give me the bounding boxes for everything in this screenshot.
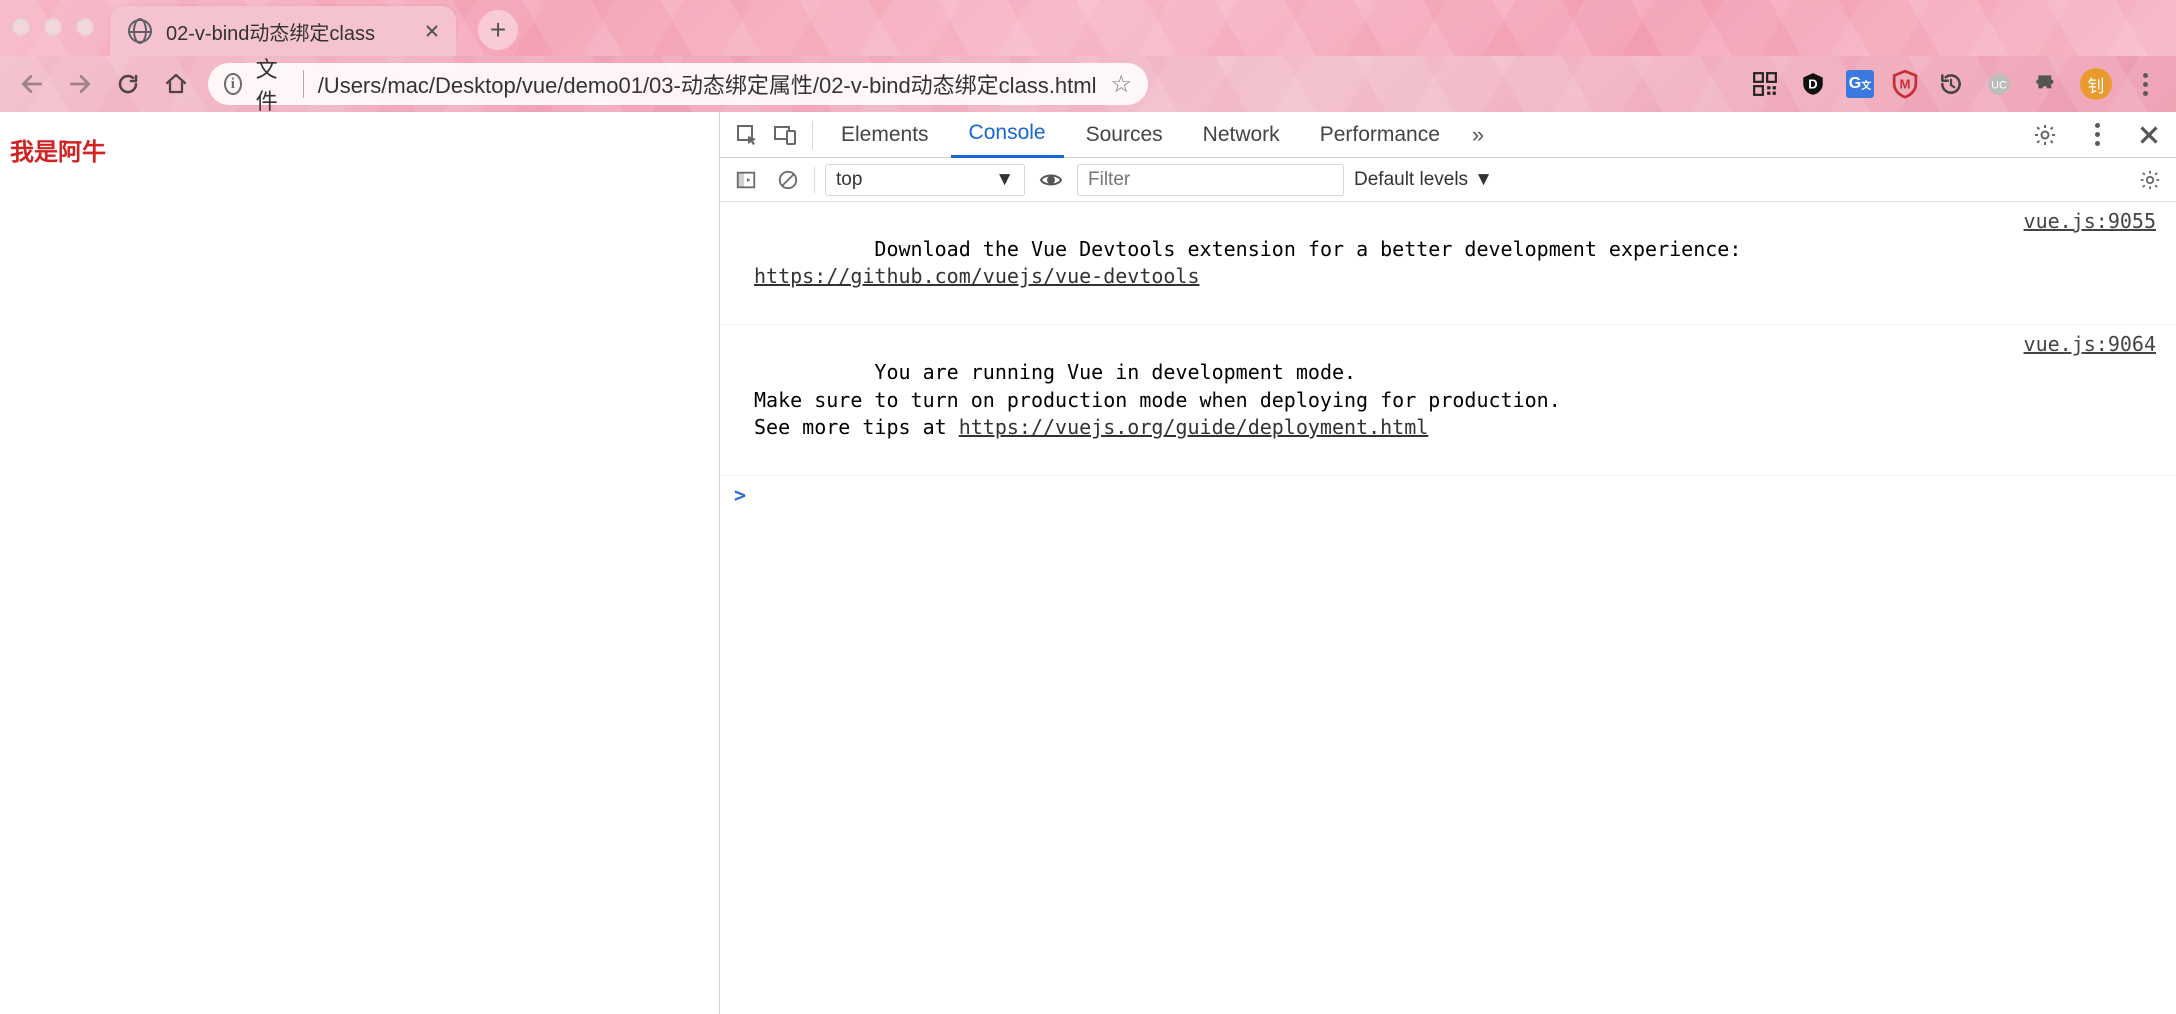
devtools-settings-icon[interactable] [2028, 118, 2062, 152]
chrome-menu-button[interactable] [2130, 69, 2160, 99]
window-minimize-button[interactable] [44, 18, 62, 36]
devtools-menu-icon[interactable] [2080, 118, 2114, 152]
new-tab-button[interactable]: + [478, 10, 518, 50]
back-button[interactable] [12, 64, 52, 104]
tab-title: 02-v-bind动态绑定class [166, 17, 406, 46]
console-log-entry: You are running Vue in development mode.… [720, 325, 2176, 476]
log-link[interactable]: https://vuejs.org/guide/deployment.html [959, 415, 1429, 439]
inspect-element-icon[interactable] [730, 118, 764, 152]
console-filter-input[interactable] [1077, 164, 1344, 196]
tab-network[interactable]: Network [1185, 112, 1298, 158]
rendered-page: 我是阿牛 [0, 112, 720, 1014]
extensions-puzzle-icon[interactable] [2032, 69, 2062, 99]
bookmark-star-icon[interactable]: ☆ [1110, 70, 1132, 99]
extensions-area: D G文 M UC 钊 [1750, 68, 2164, 100]
console-toolbar: top ▼ Default levels ▼ [720, 158, 2176, 202]
tab-elements[interactable]: Elements [823, 112, 947, 158]
browser-tab[interactable]: 02-v-bind动态绑定class [110, 6, 456, 56]
log-levels-select[interactable]: Default levels ▼ [1354, 169, 1493, 191]
reload-button[interactable] [108, 64, 148, 104]
console-prompt[interactable]: > [720, 476, 2176, 516]
window-controls [12, 18, 94, 36]
clear-console-icon[interactable] [772, 164, 804, 196]
context-label: top [836, 169, 862, 191]
levels-label: Default levels [1354, 169, 1468, 191]
window-titlebar: 02-v-bind动态绑定class + [0, 0, 2176, 56]
tab-console[interactable]: Console [951, 112, 1064, 158]
tab-performance[interactable]: Performance [1302, 112, 1458, 158]
device-toolbar-icon[interactable] [768, 118, 802, 152]
site-info-icon[interactable]: i [224, 73, 242, 95]
console-settings-icon[interactable] [2134, 164, 2166, 196]
window-maximize-button[interactable] [76, 18, 94, 36]
svg-text:M: M [1900, 76, 1911, 91]
browser-toolbar: i 文件 /Users/mac/Desktop/vue/demo01/03-动态… [0, 56, 2176, 112]
url-path: /Users/mac/Desktop/vue/demo01/03-动态绑定属性/… [318, 68, 1097, 100]
window-close-button[interactable] [12, 18, 30, 36]
chevron-down-icon: ▼ [1474, 169, 1493, 191]
forward-button[interactable] [60, 64, 100, 104]
devtools-tabbar: Elements Console Sources Network Perform… [720, 112, 2176, 158]
tab-sources[interactable]: Sources [1068, 112, 1181, 158]
console-log-entry: Download the Vue Devtools extension for … [720, 202, 2176, 325]
qr-code-icon[interactable] [1750, 69, 1780, 99]
tab-close-button[interactable] [420, 19, 444, 43]
globe-icon [128, 19, 152, 43]
divider [303, 70, 304, 98]
main-area: 我是阿牛 Elements Console Sources Network Pe… [0, 112, 2176, 1014]
google-translate-icon[interactable]: G文 [1846, 70, 1874, 98]
devtools-panel: Elements Console Sources Network Perform… [720, 112, 2176, 1014]
log-source-link[interactable]: vue.js:9064 [2024, 331, 2156, 469]
svg-text:UC: UC [1991, 79, 2007, 91]
log-link[interactable]: https://github.com/vuejs/vue-devtools [754, 264, 1200, 288]
extension-ublock-icon[interactable]: D [1798, 69, 1828, 99]
address-bar[interactable]: i 文件 /Users/mac/Desktop/vue/demo01/03-动态… [208, 63, 1148, 105]
home-button[interactable] [156, 64, 196, 104]
console-sidebar-toggle-icon[interactable] [730, 164, 762, 196]
console-output[interactable]: Download the Vue Devtools extension for … [720, 202, 2176, 1014]
live-expression-icon[interactable] [1035, 164, 1067, 196]
extension-grey-icon[interactable]: UC [1984, 69, 2014, 99]
execution-context-select[interactable]: top ▼ [825, 164, 1025, 196]
mcafee-shield-icon[interactable]: M [1892, 70, 1918, 98]
page-body-text: 我是阿牛 [10, 132, 709, 167]
log-text: Download the Vue Devtools extension for … [874, 237, 1741, 261]
more-tabs-icon[interactable]: » [1462, 122, 1494, 148]
chevron-down-icon: ▼ [995, 169, 1014, 191]
devtools-close-icon[interactable] [2132, 118, 2166, 152]
history-icon[interactable] [1936, 69, 1966, 99]
profile-avatar[interactable]: 钊 [2080, 68, 2112, 100]
log-source-link[interactable]: vue.js:9055 [2024, 208, 2156, 318]
url-scheme: 文件 [256, 52, 289, 116]
svg-text:D: D [1808, 76, 1817, 91]
